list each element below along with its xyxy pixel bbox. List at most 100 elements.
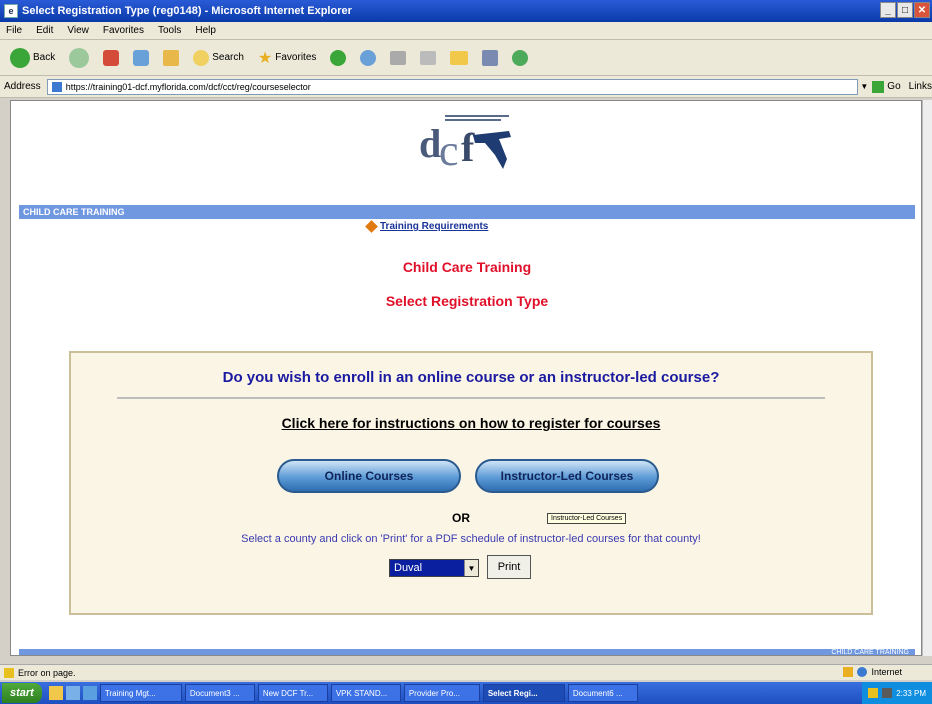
lock-icon [843,667,854,677]
print-button[interactable]: Print [487,555,531,579]
training-requirements-label: Training Requirements [380,221,489,232]
home-button[interactable] [159,48,183,68]
registration-panel: Do you wish to enroll in an online cours… [69,351,873,615]
page-heading-1: Child Care Training [402,259,532,275]
bullet-icon [365,220,378,233]
stop-icon [103,49,120,66]
page-icon [51,81,62,92]
print-toolbar-button[interactable] [386,49,410,67]
back-arrow-icon [10,47,30,68]
menu-view[interactable]: View [67,25,89,36]
online-courses-button[interactable]: Online Courses [277,459,461,493]
or-label: OR [452,511,470,525]
star-icon: ★ [257,49,273,67]
favorites-label: Favorites [275,52,317,63]
taskbar-item[interactable]: New DCF Tr... [257,684,328,702]
search-icon [193,49,210,66]
home-icon [163,49,180,66]
tooltip: Instructor-Led Courses [547,513,627,524]
edit-icon [420,50,437,65]
dcf-logo: d c f [399,109,527,177]
browser-toolbar: Back Search ★ Favorites [0,40,932,76]
start-button[interactable]: start [2,683,42,703]
menu-favorites[interactable]: Favorites [103,25,144,36]
favorites-button[interactable]: ★ Favorites [254,46,320,70]
divider [117,397,825,399]
county-select[interactable]: Duval ▼ [389,559,479,577]
taskbar-item[interactable]: Document3 ... [184,684,255,702]
ie-icon: e [4,4,18,18]
status-zone: Internet [843,667,902,677]
address-url: https://training01-dcf.myflorida.com/dcf… [65,81,311,92]
footer-strip-label: CHILD CARE TRAINING [831,649,909,656]
vertical-scrollbar[interactable] [922,100,932,656]
research-button[interactable] [478,48,502,68]
dcf-logo-graphic: d c f [419,115,511,175]
forward-button[interactable] [65,46,93,70]
maximize-button[interactable]: □ [897,2,913,18]
address-bar: Address https://training01-dcf.myflorida… [0,76,932,98]
menu-file[interactable]: File [6,25,22,36]
history-icon [330,49,347,66]
window-titlebar: e Select Registration Type (reg0148) - M… [0,0,932,22]
taskbar-item[interactable]: VPK STAND... [330,684,401,702]
folder-icon [450,50,469,65]
instructor-led-courses-button[interactable]: Instructor-Led Courses [475,459,659,493]
links-label[interactable]: Links [909,81,932,92]
taskbar-item[interactable]: Provider Pro... [403,684,480,702]
quicklaunch-icon[interactable] [82,686,97,700]
stop-button[interactable] [99,48,123,68]
menu-edit[interactable]: Edit [36,25,53,36]
taskbar-item[interactable]: Document6 ... [567,684,638,702]
back-button[interactable]: Back [6,46,59,70]
menu-help[interactable]: Help [195,25,216,36]
footer-strip: CHILD CARE TRAINING [19,649,915,656]
minimize-button[interactable]: _ [880,2,896,18]
window-title: Select Registration Type (reg0148) - Mic… [22,5,352,17]
address-dropdown-icon[interactable]: ▼ [860,82,868,91]
window-controls: _ □ ✕ [880,2,930,18]
county-select-value: Duval [390,560,464,576]
search-button[interactable]: Search [189,48,248,68]
enrollment-question: Do you wish to enroll in an online cours… [222,369,720,386]
history-button[interactable] [326,48,350,68]
instructions-link[interactable]: Click here for instructions on how to re… [71,415,871,431]
refresh-button[interactable] [129,48,153,68]
chevron-down-icon[interactable]: ▼ [464,560,478,576]
county-instructions: Select a county and click on 'Print' for… [241,533,701,545]
edit-toolbar-button[interactable] [416,49,440,67]
mail-button[interactable] [356,48,380,68]
tray-icon[interactable] [868,688,879,698]
messenger-icon [512,49,529,66]
close-button[interactable]: ✕ [914,2,930,18]
forward-arrow-icon [69,47,90,68]
system-tray: 2:33 PM [862,682,932,704]
svg-text:c: c [439,126,459,175]
zone-label: Internet [871,667,902,677]
menu-bar: File Edit View Favorites Tools Help [0,22,932,40]
research-icon [482,49,499,66]
nav-strip-label: CHILD CARE TRAINING [23,207,125,217]
globe-icon [857,667,868,677]
page-heading-2: Select Registration Type [385,293,549,309]
quicklaunch-icon[interactable] [65,686,80,700]
menu-tools[interactable]: Tools [158,25,181,36]
training-requirements-link[interactable]: Training Requirements [365,220,489,233]
search-label: Search [212,52,244,63]
go-button[interactable]: Go [872,80,901,93]
page-content: d c f CHILD CARE TRAINING Training Requi… [10,100,922,656]
go-arrow-icon [872,80,885,93]
back-label: Back [33,52,56,63]
address-input[interactable]: https://training01-dcf.myflorida.com/dcf… [46,78,859,95]
taskbar-item[interactable]: Training Mgt... [99,684,182,702]
messenger-button[interactable] [508,48,532,68]
quicklaunch-icon[interactable] [48,686,63,700]
status-message[interactable]: Error on page. [18,668,76,678]
taskbar-item[interactable]: Select Regi... [482,684,565,702]
tray-icon[interactable] [882,688,893,698]
refresh-icon [133,49,150,66]
svg-text:f: f [461,125,475,170]
status-bar: Error on page. Internet [0,664,932,680]
svg-text:d: d [419,121,441,166]
folder-button[interactable] [446,49,472,67]
